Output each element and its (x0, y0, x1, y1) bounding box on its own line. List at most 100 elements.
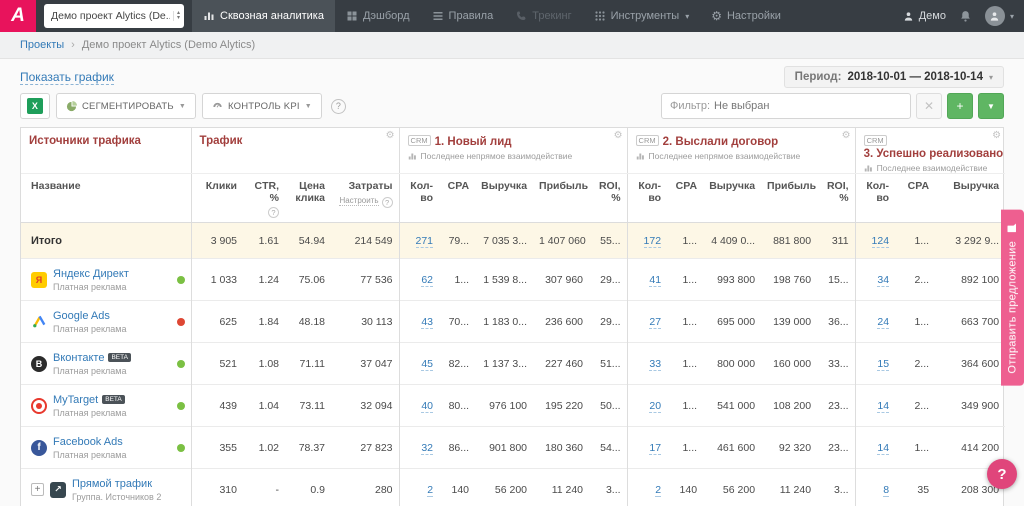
col-crm1-roi[interactable]: ROI, % (589, 174, 627, 223)
source-name-link[interactable]: Яндекс Директ (53, 268, 129, 280)
source-name-link[interactable]: Google Ads (53, 310, 110, 322)
alytics-logo[interactable]: A (0, 0, 36, 32)
nav-tracking[interactable]: Трекинг (504, 0, 582, 32)
name-column-header[interactable]: Название (21, 174, 191, 223)
count-link[interactable]: 17 (649, 442, 661, 455)
col-crm2-revenue[interactable]: Выручка (703, 174, 761, 223)
col-clicks[interactable]: Клики (191, 174, 243, 223)
col-crm2-count[interactable]: Кол-во (627, 174, 667, 223)
metric-cell: 311 (817, 223, 855, 259)
excel-icon: X (27, 98, 43, 114)
help-icon[interactable]: ? (331, 99, 346, 114)
attribution-icon (636, 152, 645, 161)
configure-link[interactable]: Настроить (339, 196, 378, 206)
nav-analytics[interactable]: Сквозная аналитика (192, 0, 335, 32)
count-link[interactable]: 271 (416, 235, 434, 248)
col-cpc[interactable]: Цена клика (285, 174, 331, 223)
col-crm3-revenue[interactable]: Выручка (935, 174, 1005, 223)
source-name-link[interactable]: Прямой трафик (72, 478, 152, 490)
bell-icon[interactable] (959, 10, 972, 23)
traffic-cell: 1 033 (191, 259, 243, 301)
count-link[interactable]: 14 (877, 400, 889, 413)
demo-mode-button[interactable]: Демо (903, 10, 946, 22)
nav-tools[interactable]: Инструменты ▾ (583, 0, 701, 32)
source-name-link[interactable]: MyTarget (53, 394, 98, 406)
col-crm1-count[interactable]: Кол-во (399, 174, 439, 223)
count-link[interactable]: 2 (427, 484, 433, 497)
count-link[interactable]: 62 (421, 274, 433, 287)
count-link[interactable]: 34 (877, 274, 889, 287)
filter-input[interactable]: Фильтр: Не выбран (661, 93, 911, 119)
show-chart-link[interactable]: Показать график (20, 70, 114, 85)
metric-cell: 1 183 0... (475, 301, 533, 343)
metric-cell: 1... (667, 301, 703, 343)
count-cell: 15 (855, 343, 895, 385)
count-link[interactable]: 43 (421, 316, 433, 329)
count-cell: 41 (627, 259, 667, 301)
count-link[interactable]: 20 (649, 400, 661, 413)
gauge-icon (212, 101, 223, 112)
expand-row-button[interactable]: + (31, 483, 44, 496)
count-cell: 27 (627, 301, 667, 343)
traffic-cell: 54.94 (285, 223, 331, 259)
segment-button[interactable]: СЕГМЕНТИРОВАТЬ ▼ (56, 93, 196, 119)
count-link[interactable]: 41 (649, 274, 661, 287)
send-suggestion-button[interactable]: Отправить предложение (1001, 210, 1024, 386)
gear-icon[interactable]: ⚙ (992, 131, 1001, 141)
col-crm2-roi[interactable]: ROI, % (817, 174, 855, 223)
clear-filter-button[interactable]: ✕ (916, 93, 942, 119)
metric-cell: 227 460 (533, 343, 589, 385)
name-cell: Итого (21, 223, 191, 259)
info-icon[interactable]: ? (382, 197, 393, 208)
period-select[interactable]: Период: 2018-10-01 — 2018-10-14 ▾ (784, 66, 1004, 88)
metric-cell: 86... (439, 427, 475, 469)
col-crm1-cpa[interactable]: CPA (439, 174, 475, 223)
top-bar: A Демо проект Alytics (De... ▴▾ Сквозная… (0, 0, 1024, 32)
col-crm2-cpa[interactable]: CPA (667, 174, 703, 223)
nav-rules[interactable]: Правила (421, 0, 505, 32)
gear-icon[interactable]: ⚙ (842, 131, 851, 141)
filter-menu-button[interactable]: ▼ (978, 93, 1004, 119)
traffic-cell: 75.06 (285, 259, 331, 301)
count-link[interactable]: 33 (649, 358, 661, 371)
export-excel-button[interactable]: X (20, 93, 50, 119)
count-link[interactable]: 15 (877, 358, 889, 371)
user-menu[interactable]: ▾ (985, 6, 1014, 26)
count-link[interactable]: 40 (421, 400, 433, 413)
gear-icon[interactable]: ⚙ (386, 131, 395, 141)
gear-icon[interactable]: ⚙ (614, 131, 623, 141)
source-name-link[interactable]: Facebook Ads (53, 436, 123, 448)
nav-dashboard[interactable]: Дэшборд (335, 0, 421, 32)
col-crm3-count[interactable]: Кол-во (855, 174, 895, 223)
col-crm3-cpa[interactable]: CPA (895, 174, 935, 223)
chevron-down-icon: ▾ (1010, 12, 1014, 21)
help-button[interactable]: ? (987, 459, 1017, 489)
kpi-control-button[interactable]: КОНТРОЛЬ KPI ▼ (202, 93, 322, 119)
metric-cell: 3... (817, 469, 855, 506)
count-link[interactable]: 8 (883, 484, 889, 497)
count-link[interactable]: 124 (872, 235, 890, 248)
col-crm2-profit[interactable]: Прибыль (761, 174, 817, 223)
col-costs[interactable]: ЗатратыНастроить? (331, 174, 399, 223)
count-link[interactable]: 45 (421, 358, 433, 371)
col-crm1-profit[interactable]: Прибыль (533, 174, 589, 223)
count-link[interactable]: 172 (644, 235, 662, 248)
project-selector[interactable]: Демо проект Alytics (De... ▴▾ (44, 4, 184, 28)
count-link[interactable]: 27 (649, 316, 661, 329)
topbar-right: Демо ▾ (903, 0, 1024, 32)
col-crm1-revenue[interactable]: Выручка (475, 174, 533, 223)
row-subtitle: Платная реклама (53, 324, 127, 334)
col-ctr[interactable]: CTR, %? (243, 174, 285, 223)
count-link[interactable]: 24 (877, 316, 889, 329)
add-filter-button[interactable]: + (947, 93, 973, 119)
count-link[interactable]: 2 (655, 484, 661, 497)
source-name-link[interactable]: Вконтакте (53, 352, 104, 364)
count-link[interactable]: 14 (877, 442, 889, 455)
main-nav: Сквозная аналитика Дэшборд Правила Треки… (192, 0, 792, 32)
nav-settings[interactable]: ⚙ Настройки (700, 0, 792, 32)
metric-cell: 3... (589, 469, 627, 506)
info-icon[interactable]: ? (268, 207, 279, 218)
traffic-cell: 1.08 (243, 343, 285, 385)
count-link[interactable]: 32 (421, 442, 433, 455)
breadcrumb-projects-link[interactable]: Проекты (20, 39, 64, 51)
